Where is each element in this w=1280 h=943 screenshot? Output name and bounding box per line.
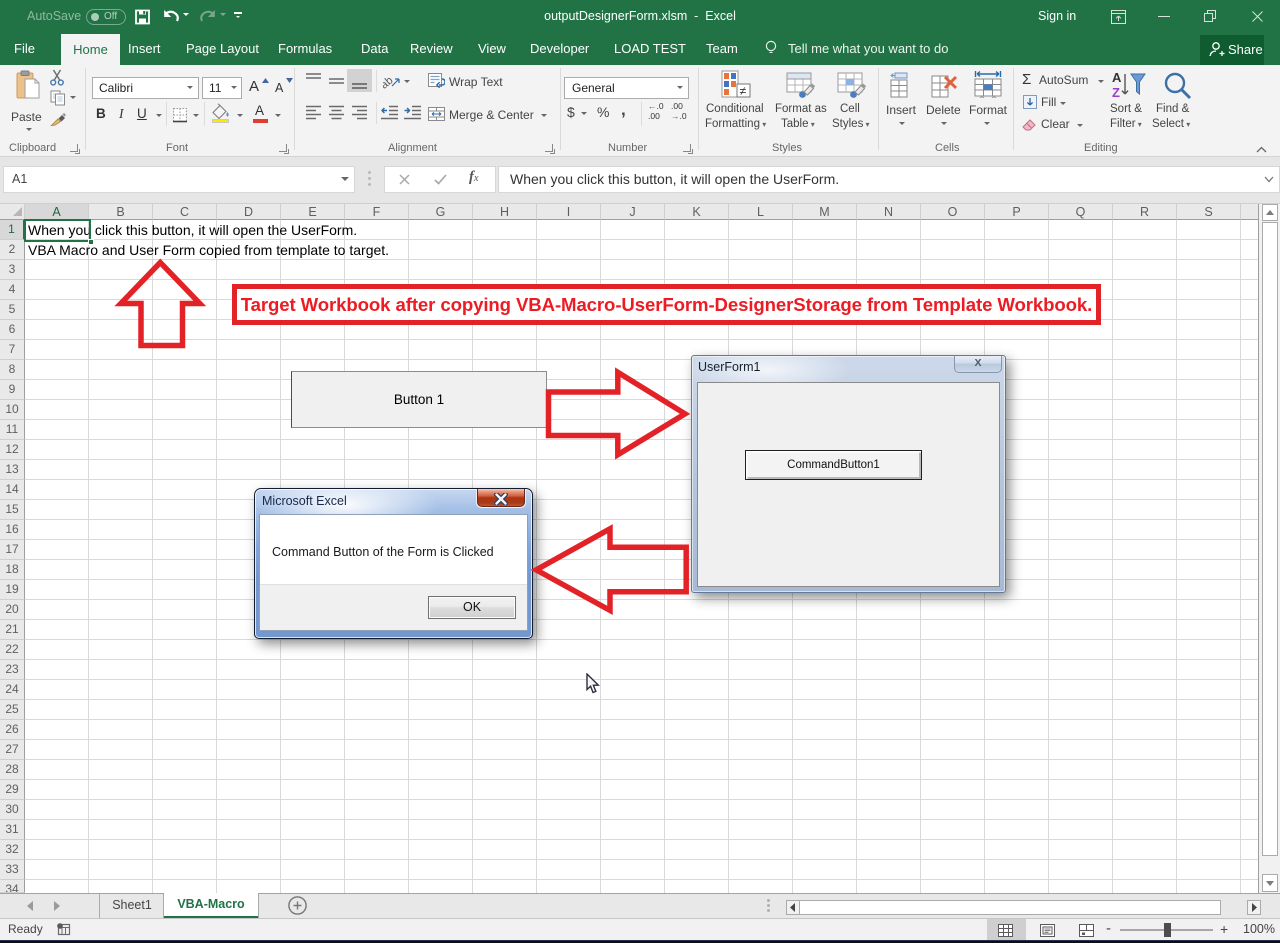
svg-text:ab: ab (383, 74, 395, 89)
svg-text:≠: ≠ (740, 84, 747, 98)
svg-text:Z: Z (1112, 85, 1120, 100)
svg-text:A: A (1112, 70, 1122, 85)
